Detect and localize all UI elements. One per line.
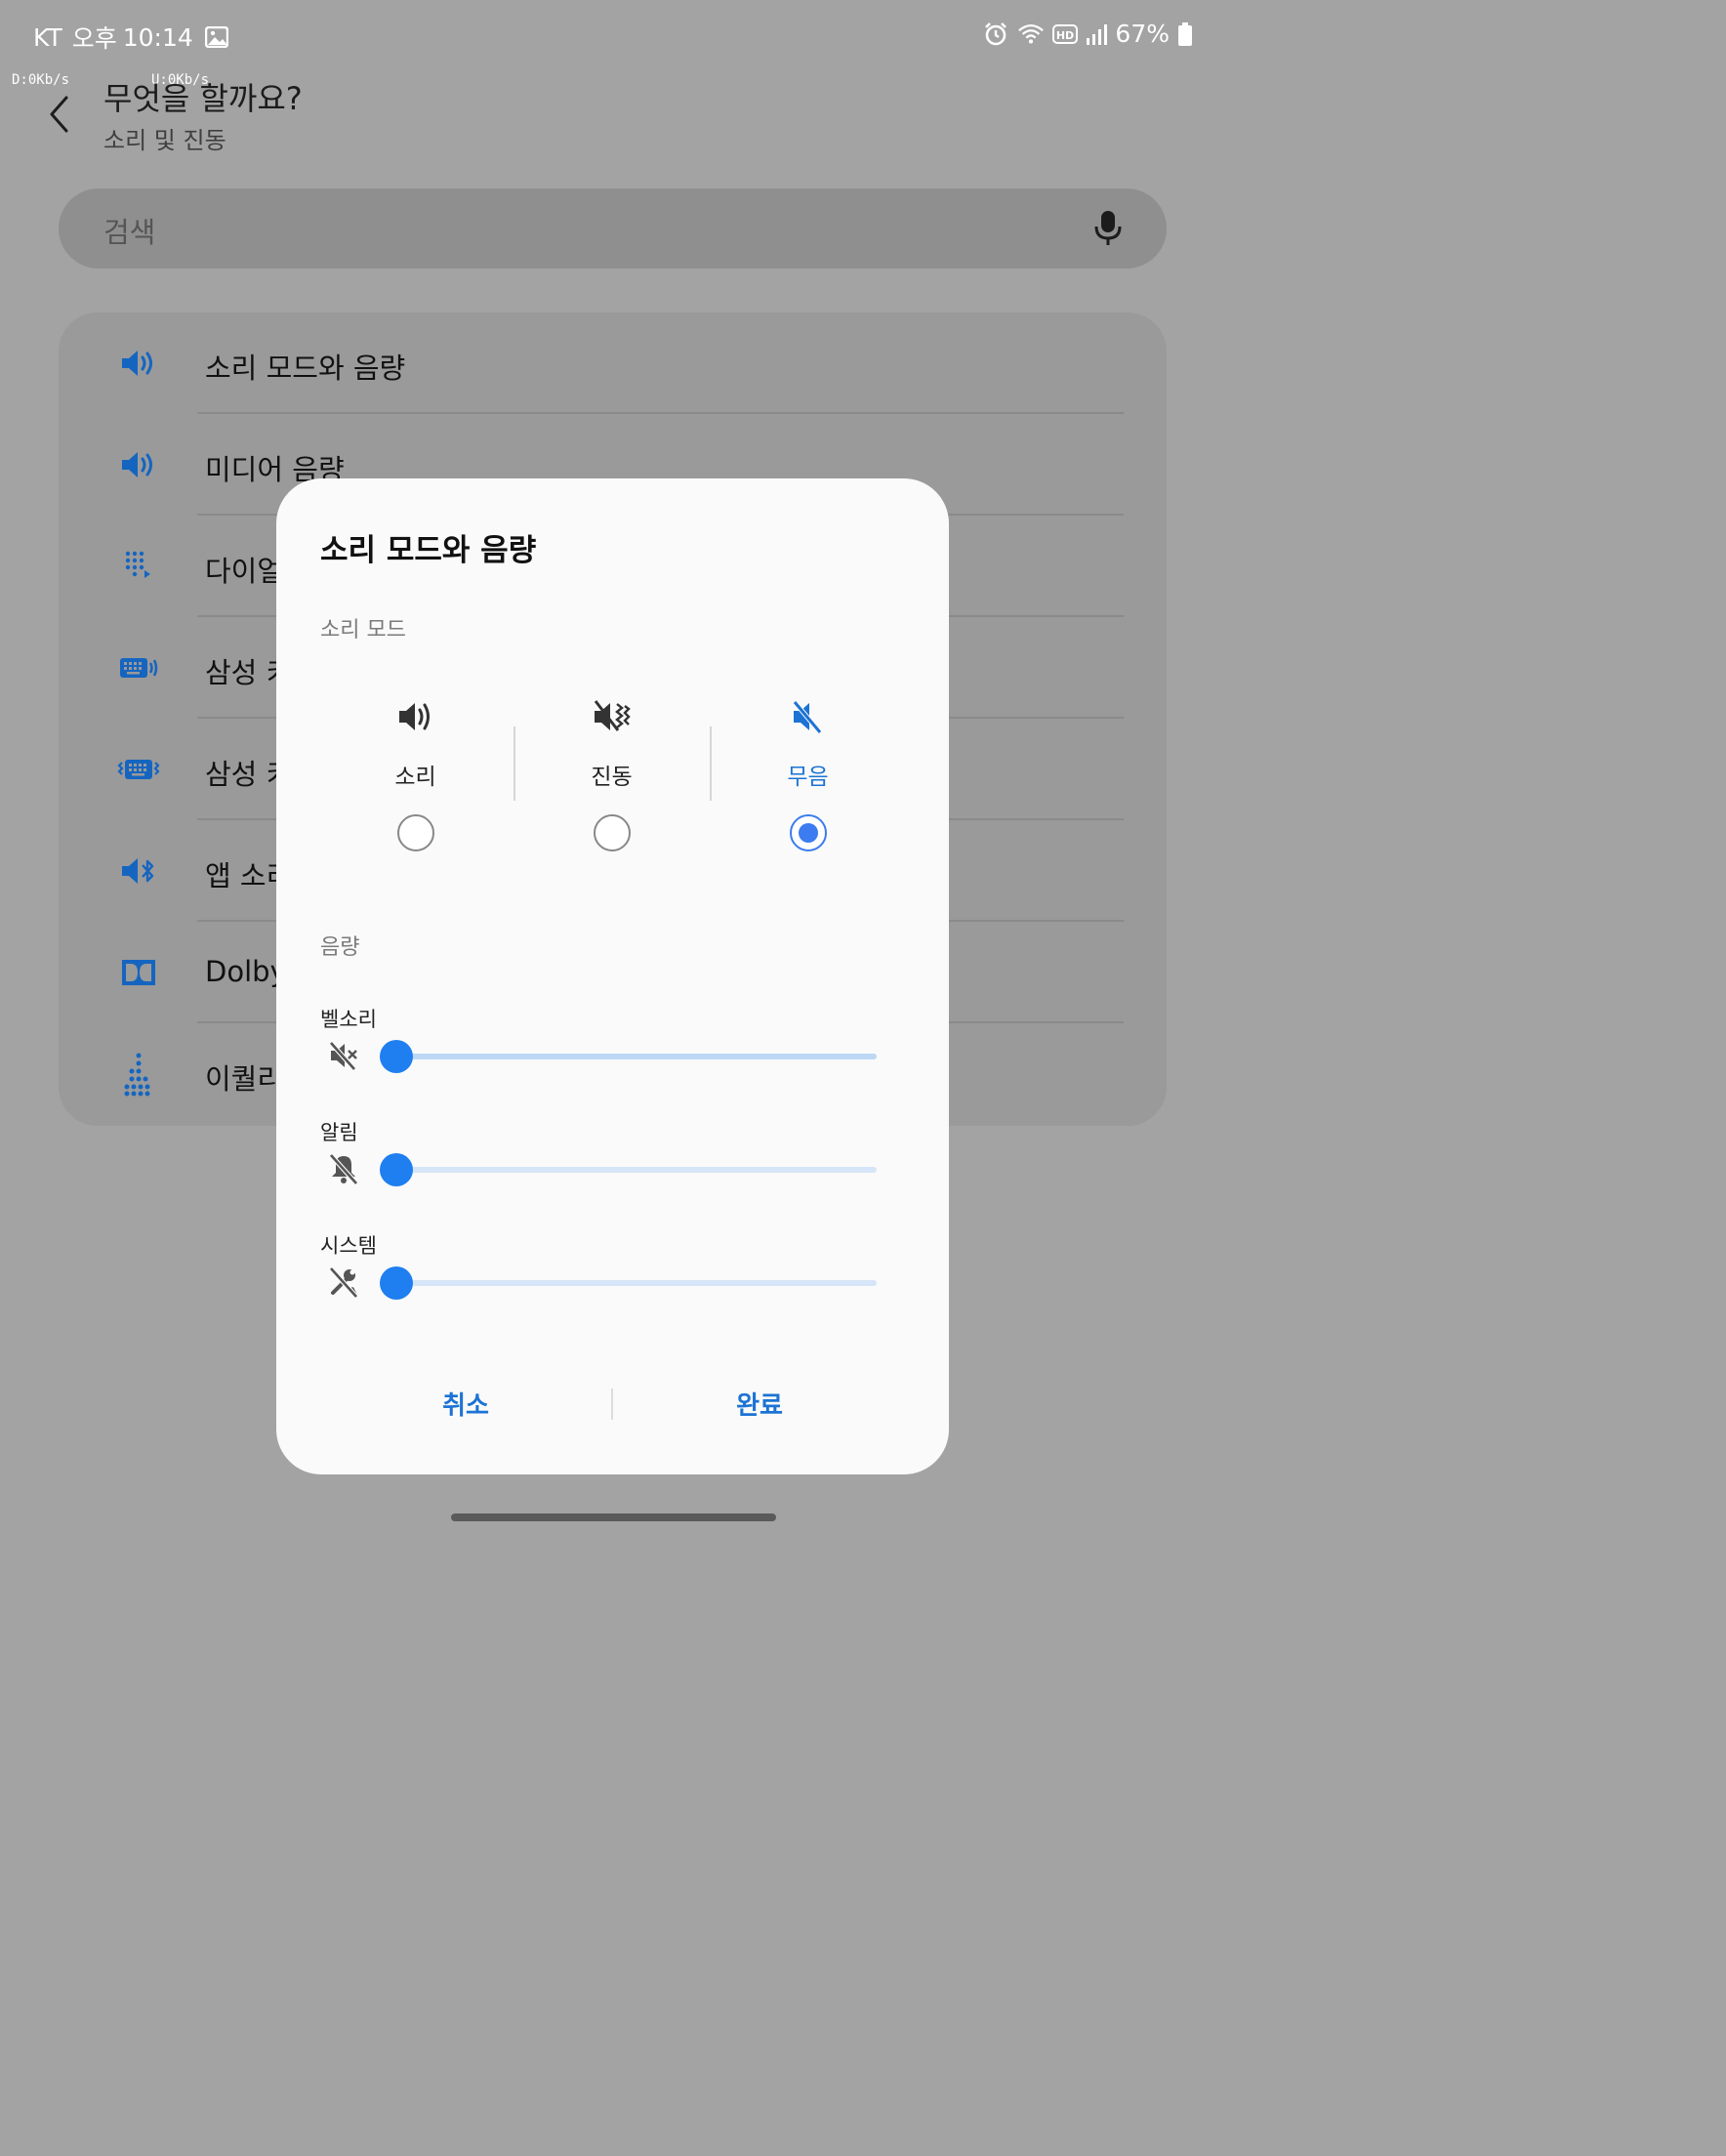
mute-icon [789, 697, 828, 736]
done-button[interactable]: 완료 [613, 1377, 906, 1435]
keyboard-sound-icon [117, 648, 160, 687]
mode-radio-mute[interactable] [789, 814, 827, 851]
notification-muted-icon [327, 1152, 362, 1187]
home-indicator[interactable] [451, 1513, 776, 1521]
microphone-icon[interactable] [1089, 208, 1128, 247]
ringtone-volume-label: 벨소리 [320, 1008, 377, 1031]
clock: 10:14 [122, 22, 193, 52]
carrier-label: KT [33, 22, 62, 52]
back-arrow-icon [50, 96, 68, 133]
system-volume-slider[interactable] [395, 1280, 877, 1286]
mode-radio-vibrate[interactable] [593, 814, 631, 851]
mode-label: 소리 [394, 765, 436, 790]
svg-text:HD: HD [1056, 29, 1074, 42]
dolby-icon [117, 953, 160, 992]
ampm-label: 오후 [71, 24, 117, 53]
list-item-label: 이퀄리 [205, 1062, 284, 1096]
signal-icon [1086, 21, 1108, 48]
list-item-label: 소리 모드와 음량 [205, 352, 406, 385]
notification-volume-slider[interactable] [395, 1167, 877, 1173]
mode-option-mute[interactable]: 무음 [710, 695, 906, 861]
vibrate-icon [593, 697, 632, 736]
search-bar[interactable]: 검색 [59, 188, 1167, 269]
list-item-label: Dolby [205, 955, 287, 988]
list-item[interactable]: 소리 모드와 음량 [59, 312, 1167, 414]
sound-icon [396, 697, 435, 736]
battery-icon [1177, 21, 1193, 48]
dialog-title: 소리 모드와 음량 [320, 533, 537, 568]
mode-option-sound[interactable]: 소리 [317, 695, 514, 861]
download-speed: D:0Kb/s [12, 72, 70, 88]
keyboard-vibrate-icon [117, 750, 160, 789]
page-subtitle: 소리 및 진동 [103, 127, 226, 154]
notification-volume-thumb[interactable] [380, 1153, 413, 1186]
list-item-label: 다이얼 [205, 555, 284, 588]
battery-percent: 67% [1115, 20, 1170, 48]
volume-icon [117, 445, 160, 484]
wifi-icon [1017, 21, 1045, 48]
ringtone-volume-slider[interactable] [395, 1054, 877, 1059]
bluetooth-audio-icon [117, 851, 160, 891]
volume-icon [117, 344, 160, 383]
ringtone-muted-icon [327, 1039, 362, 1074]
dialpad-icon [117, 547, 160, 586]
system-volume-thumb[interactable] [380, 1266, 413, 1300]
status-bar-right: HD 67% [982, 20, 1193, 48]
back-button[interactable] [39, 90, 78, 139]
mode-label: 진동 [591, 765, 633, 790]
mode-option-vibrate[interactable]: 진동 [514, 695, 710, 861]
equalizer-icon [117, 1051, 160, 1098]
page-title: 무엇을 할까요? [103, 80, 303, 117]
mode-radio-sound[interactable] [396, 814, 434, 851]
system-muted-icon [327, 1265, 362, 1301]
volume-section-label: 음량 [320, 935, 360, 960]
cancel-button[interactable]: 취소 [319, 1377, 612, 1435]
notification-volume-label: 알림 [320, 1121, 358, 1144]
sound-mode-dialog: 소리 모드와 음량 소리 모드 소리 진동 무음 음량 벨소리 알림 시스템 취… [276, 478, 949, 1474]
status-bar-left: KT 오후 10:14 [33, 20, 230, 55]
alarm-icon [982, 21, 1009, 48]
hd-icon: HD [1052, 21, 1079, 48]
mode-label: 무음 [787, 765, 829, 790]
ringtone-volume-thumb[interactable] [380, 1040, 413, 1073]
sound-mode-section-label: 소리 모드 [320, 618, 406, 643]
search-input[interactable]: 검색 [103, 210, 155, 251]
gallery-icon [203, 23, 230, 51]
system-volume-label: 시스템 [320, 1234, 377, 1258]
